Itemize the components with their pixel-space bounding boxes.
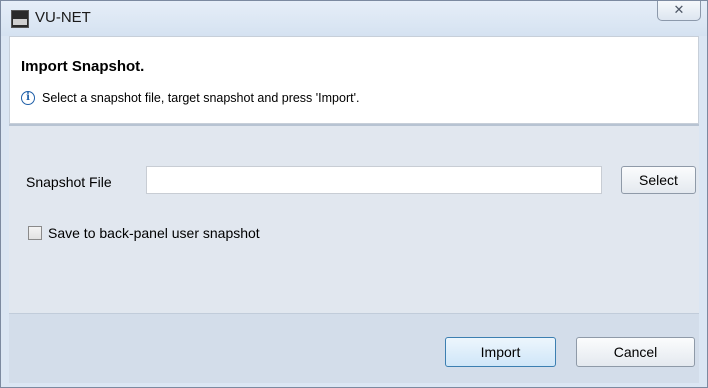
snapshot-file-input[interactable] [146,166,602,194]
instruction-message: Select a snapshot file, target snapshot … [42,91,360,105]
snapshot-file-label: Snapshot File [26,174,112,190]
cancel-button[interactable]: Cancel [576,337,695,367]
window-title: VU-NET [35,9,91,26]
dialog-title: Import Snapshot. [21,58,145,75]
close-icon: ✕ [673,2,685,17]
app-icon [11,10,29,28]
info-icon: i [21,91,35,105]
import-button[interactable]: Import [445,337,556,367]
dialog-window: VU-NET ✕ Import Snapshot. i Select a sna… [0,0,708,388]
close-button[interactable]: ✕ [657,1,701,21]
title-bar: VU-NET ✕ [1,1,707,36]
save-to-back-panel-label[interactable]: Save to back-panel user snapshot [48,225,260,241]
form-panel: Snapshot File Select Save to back-panel … [9,124,699,313]
select-button[interactable]: Select [621,166,696,194]
dialog-header: Import Snapshot. i Select a snapshot fil… [9,36,699,124]
dialog-footer: Import Cancel [9,313,699,383]
save-to-back-panel-checkbox[interactable] [28,226,42,240]
